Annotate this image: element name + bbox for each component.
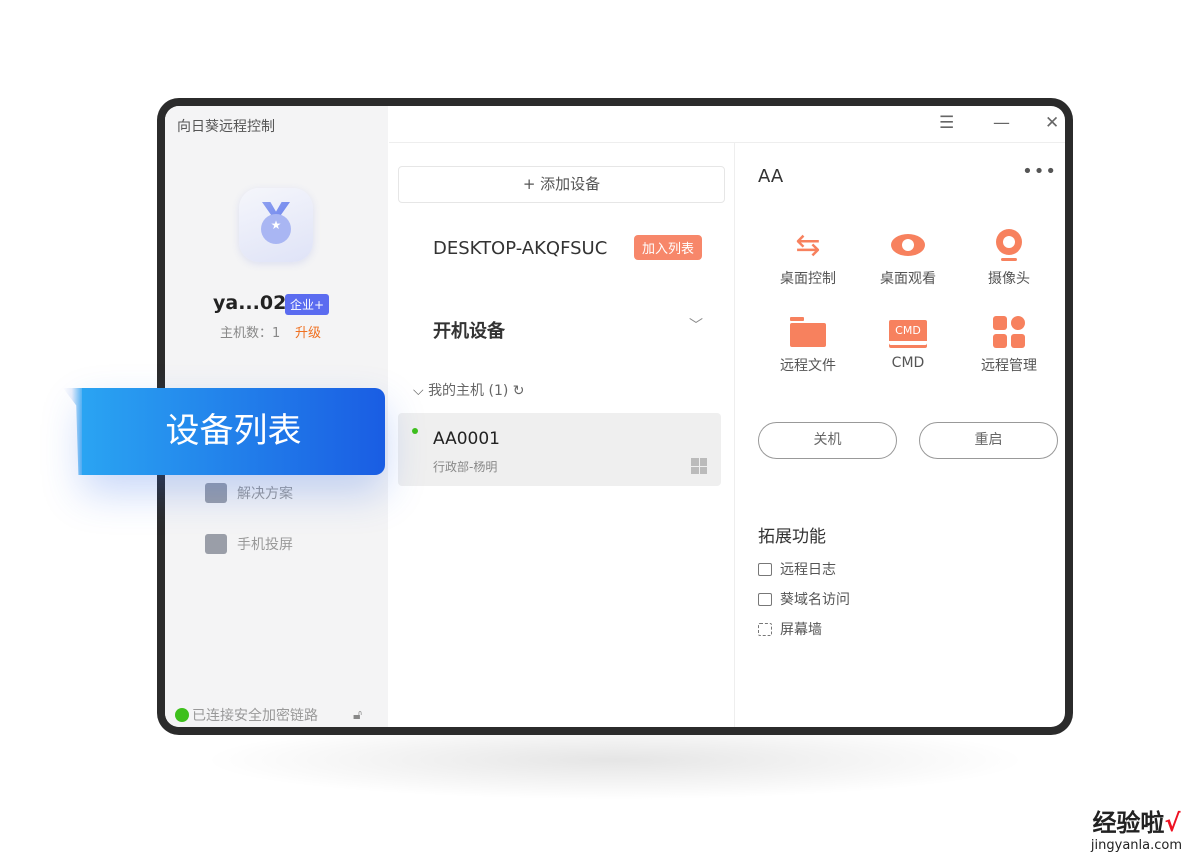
device-detail-panel: AA ••• ⇆ 桌面控制 桌面观看 摄像头 远程文件 CMD CMD 远程管理 关… xyxy=(736,143,1065,727)
browser-icon xyxy=(758,592,772,606)
chevron-down-icon: ⌵ xyxy=(413,383,429,399)
lock-icon[interactable]: 🔓︎ xyxy=(353,707,362,723)
eye-icon xyxy=(888,228,928,262)
action-remote-manage[interactable]: 远程管理 xyxy=(964,315,1054,375)
ext-screen-wall[interactable]: 屏幕墙 xyxy=(758,619,822,639)
join-list-button[interactable]: 加入列表 xyxy=(634,235,703,260)
action-desktop-control[interactable]: ⇆ 桌面控制 xyxy=(763,228,853,288)
action-desktop-view[interactable]: 桌面观看 xyxy=(863,228,953,288)
watermark-text: 经验啦 xyxy=(1092,809,1165,837)
action-cmd[interactable]: CMD CMD xyxy=(863,315,953,371)
extensions-heading: 拓展功能 xyxy=(758,527,826,547)
upgrade-link[interactable]: 升级 xyxy=(295,322,321,341)
device-subtitle: 行政部-杨明 xyxy=(433,460,498,474)
plan-badge: 企业+ xyxy=(285,294,330,315)
device-list-panel: + 添加设备 DESKTOP-AKQFSUC 加入列表 开机设备 ﹀ ⌵ 我的主… xyxy=(389,143,735,727)
status-dot-icon xyxy=(175,708,189,722)
action-label: 远程管理 xyxy=(981,358,1037,374)
ext-label: 葵域名访问 xyxy=(780,592,850,608)
watermark-url: jingyanla.com xyxy=(1090,838,1182,853)
device-name: AA0001 xyxy=(433,429,500,449)
swap-arrows-icon: ⇆ xyxy=(795,227,821,263)
windows-icon xyxy=(691,458,707,474)
chevron-down-icon[interactable]: ﹀ xyxy=(689,315,703,335)
connection-status: 已连接安全加密链路 xyxy=(175,705,318,725)
sidebar-item-label: 手机投屏 xyxy=(237,537,293,553)
add-device-button[interactable]: + 添加设备 xyxy=(398,166,725,203)
status-text: 已连接安全加密链路 xyxy=(192,708,318,724)
title-bar: ☰ — ✕ xyxy=(389,106,1065,143)
refresh-icon[interactable]: ↻ xyxy=(508,383,525,399)
cmd-monitor-icon: CMD xyxy=(888,315,928,349)
device-title: AA xyxy=(758,166,784,187)
webcam-icon xyxy=(989,228,1029,262)
avatar-medal-icon[interactable]: ★ xyxy=(239,188,313,262)
minimize-icon[interactable]: — xyxy=(993,113,1010,133)
more-icon[interactable]: ••• xyxy=(1022,161,1057,182)
close-icon[interactable]: ✕ xyxy=(1045,113,1059,133)
action-webcam[interactable]: 摄像头 xyxy=(964,228,1054,288)
device-list-banner[interactable]: 设备列表 xyxy=(82,388,385,475)
app-title: 向日葵远程控制 xyxy=(177,119,275,135)
ext-domain-access[interactable]: 葵域名访问 xyxy=(758,589,850,609)
grid-icon xyxy=(758,622,772,636)
username: ya...02 xyxy=(213,292,287,314)
online-dot-icon xyxy=(412,428,418,434)
restart-button[interactable]: 重启 xyxy=(919,422,1058,459)
desktop-name: DESKTOP-AKQFSUC xyxy=(433,238,608,259)
action-remote-files[interactable]: 远程文件 xyxy=(763,315,853,375)
sidebar-item-screen-cast[interactable]: 手机投屏 xyxy=(205,534,293,554)
action-label: CMD xyxy=(891,355,925,371)
group-label: 我的主机 (1) xyxy=(428,383,509,399)
action-label: 摄像头 xyxy=(988,271,1030,287)
check-icon: √ xyxy=(1164,809,1181,837)
boot-devices-heading: 开机设备 xyxy=(433,321,505,342)
grid-icon xyxy=(989,315,1029,349)
group-header[interactable]: ⌵ 我的主机 (1) ↻ xyxy=(413,380,525,400)
sidebar-item-label: 解决方案 xyxy=(237,486,293,502)
sidebar-item-solutions[interactable]: 解决方案 xyxy=(205,483,293,503)
menu-icon[interactable]: ☰ xyxy=(939,113,954,133)
host-count: 主机数：1 xyxy=(220,326,281,341)
screen-cast-icon xyxy=(205,534,227,554)
cmd-icon-text: CMD xyxy=(889,319,927,345)
action-label: 桌面控制 xyxy=(780,271,836,287)
action-label: 远程文件 xyxy=(780,358,836,374)
document-icon xyxy=(758,562,772,576)
watermark: 经验啦√ jingyanla.com xyxy=(1091,803,1182,853)
ext-remote-log[interactable]: 远程日志 xyxy=(758,559,836,579)
shutdown-button[interactable]: 关机 xyxy=(758,422,897,459)
folder-icon xyxy=(788,315,828,349)
device-list-item[interactable]: AA0001 行政部-杨明 xyxy=(398,413,721,486)
satellite-dish-icon xyxy=(205,483,227,503)
ext-label: 屏幕墙 xyxy=(780,622,822,638)
ext-label: 远程日志 xyxy=(780,562,836,578)
action-label: 桌面观看 xyxy=(880,271,936,287)
